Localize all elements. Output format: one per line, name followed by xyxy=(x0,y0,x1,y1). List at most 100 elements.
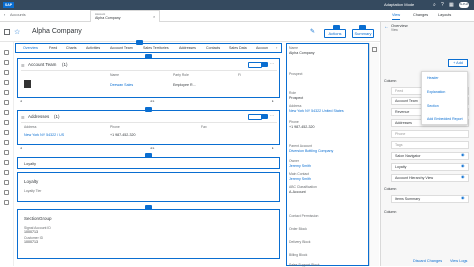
add-menu: Header Explanation Section Add Embedded … xyxy=(421,71,468,125)
row-phone[interactable]: Phone xyxy=(391,130,469,138)
menu-icon[interactable] xyxy=(4,29,10,35)
tab-feed[interactable]: Feed xyxy=(49,46,57,50)
parent-account-value[interactable]: Diversion Bottling Company xyxy=(289,149,333,153)
first-page-icon[interactable]: ◂ xyxy=(20,146,22,150)
summary-edit-marker[interactable] xyxy=(359,25,366,30)
tab-view[interactable]: View xyxy=(392,13,401,20)
addresses-add-button[interactable] xyxy=(248,114,262,120)
tab-sales-territories[interactable]: Sales Territories xyxy=(143,46,169,50)
menu-item-add-embedded-report[interactable]: Add Embedded Report xyxy=(427,117,463,121)
owner-label: Owner xyxy=(289,159,299,163)
rail-overview-icon[interactable] xyxy=(4,50,9,55)
prospect-label: Prospect xyxy=(289,72,303,76)
left-rail xyxy=(0,42,14,266)
rail-loyalty-icon[interactable] xyxy=(4,150,9,155)
addresses-settings-button[interactable] xyxy=(261,114,268,119)
rail-team-icon[interactable] xyxy=(4,90,9,95)
address-value[interactable]: New York NY 54322 United States xyxy=(289,109,349,113)
eye-icon[interactable]: ◉ xyxy=(461,174,465,179)
rail-address-icon[interactable] xyxy=(4,110,9,115)
order-block-label: Order Block xyxy=(289,227,307,231)
page-title: Alpha Company xyxy=(32,28,82,35)
more-icon[interactable]: ⋯ xyxy=(270,61,274,66)
column-1-label: Column xyxy=(384,79,397,83)
tab-sales-data[interactable]: Sales Data xyxy=(229,46,247,50)
eye-icon[interactable]: ◉ xyxy=(461,152,465,157)
addresses-edit-marker[interactable] xyxy=(145,107,152,112)
tab-addresses[interactable]: Addresses xyxy=(179,46,196,50)
actions-button[interactable]: Actions xyxy=(324,29,346,38)
row-tags[interactable]: Tags xyxy=(391,141,469,149)
rail-reports-icon[interactable] xyxy=(4,170,9,175)
column-party-role: Party Role xyxy=(173,73,189,77)
column-3-label: Column xyxy=(384,210,397,214)
eye-icon[interactable]: ◉ xyxy=(461,195,465,200)
avatar[interactable]: ALPHA xyxy=(459,2,469,8)
tab-contacts[interactable]: Contacts xyxy=(206,46,220,50)
customer-id-value: 1000713 xyxy=(24,240,38,244)
tab-layouts[interactable]: Layouts xyxy=(438,13,451,17)
row-salon-navigator[interactable]: Salon Navigator xyxy=(391,152,469,160)
view-logs-button[interactable]: View Logs xyxy=(450,259,467,263)
chevron-right-icon[interactable]: › xyxy=(276,45,277,50)
discard-changes-button[interactable]: Discard Changes xyxy=(413,259,442,263)
row-account-hierarchy-view[interactable]: Account Hierarchy View xyxy=(391,174,469,182)
back-icon[interactable]: ‹ xyxy=(4,13,5,17)
tab-account-team[interactable]: Account Team xyxy=(110,46,133,50)
rail-feed-icon[interactable] xyxy=(4,60,9,65)
owner-value[interactable]: Jeremy Smith xyxy=(289,164,311,168)
main-contact-value[interactable]: Jeremy Smith xyxy=(289,177,311,181)
tab-charts[interactable]: Charts xyxy=(66,46,77,50)
search-icon[interactable]: ⌕ xyxy=(433,2,436,8)
rail-sales-icon[interactable] xyxy=(4,130,9,135)
account-team-add-button[interactable] xyxy=(248,62,262,68)
tabs-edit-marker[interactable] xyxy=(136,40,143,45)
menu-item-explanation[interactable]: Explanation xyxy=(427,90,445,94)
first-page-icon[interactable]: ◂ xyxy=(20,99,22,103)
rail-calendar-icon[interactable] xyxy=(4,190,9,195)
rail-territory-icon[interactable] xyxy=(4,100,9,105)
tab-overview[interactable]: Overview xyxy=(23,46,38,53)
rail-tasks-icon[interactable] xyxy=(4,180,9,185)
team-member-name[interactable]: Deewan Sales xyxy=(110,83,133,87)
last-page-icon[interactable]: ▸ xyxy=(272,99,274,103)
account-team-settings-button[interactable] xyxy=(261,62,268,67)
row-items-summary[interactable]: Items Summary xyxy=(391,195,469,203)
pin-icon[interactable] xyxy=(372,47,377,52)
last-page-icon[interactable]: ▸ xyxy=(272,146,274,150)
tab-alpha-company[interactable]: Account Alpha Company × xyxy=(90,10,160,22)
account-team-edit-marker[interactable] xyxy=(145,54,152,59)
actions-edit-marker[interactable] xyxy=(333,25,340,30)
summary-button[interactable]: Summary xyxy=(352,29,374,38)
add-button[interactable]: + Add xyxy=(448,59,468,67)
row-loyalty[interactable]: Loyalty xyxy=(391,163,469,171)
tab-activities[interactable]: Activities xyxy=(86,46,100,50)
abc-label: ABC Classification xyxy=(289,185,317,189)
tab-changes[interactable]: Changes xyxy=(413,13,428,17)
grid-icon[interactable]: ▦ xyxy=(449,2,454,8)
rail-activities-icon[interactable] xyxy=(4,80,9,85)
page-indicator-icon: ◂ ▸ xyxy=(150,146,155,150)
edit-icon[interactable]: ✎ xyxy=(310,28,315,35)
column-name: Name xyxy=(110,73,120,77)
tab-account-more[interactable]: Accoun xyxy=(256,46,268,50)
more-icon[interactable]: ⋯ xyxy=(270,113,274,118)
menu-item-header[interactable]: Header xyxy=(427,76,438,80)
rail-documents-icon[interactable] xyxy=(4,140,9,145)
rail-more-icon[interactable] xyxy=(4,200,9,205)
accounts-breadcrumb[interactable]: Accounts xyxy=(10,13,26,17)
address-link[interactable]: New York NY 54322 / US xyxy=(24,133,64,137)
back-arrow-icon[interactable]: ← xyxy=(384,24,389,30)
menu-item-section[interactable]: Section xyxy=(427,104,439,108)
close-icon[interactable]: × xyxy=(153,14,155,19)
eye-icon[interactable]: ◉ xyxy=(461,163,465,168)
rail-contacts-icon[interactable] xyxy=(4,120,9,125)
rail-charts-icon[interactable] xyxy=(4,70,9,75)
favorite-star-icon[interactable]: ☆ xyxy=(14,28,20,36)
rail-notes-icon[interactable] xyxy=(4,160,9,165)
role-label: Role xyxy=(289,91,296,95)
help-icon[interactable]: ? xyxy=(441,2,444,8)
sap-logo[interactable]: SAP xyxy=(3,2,14,8)
tab-title: Alpha Company xyxy=(95,16,121,20)
loyalty-header-card: Loyalty xyxy=(17,157,280,169)
